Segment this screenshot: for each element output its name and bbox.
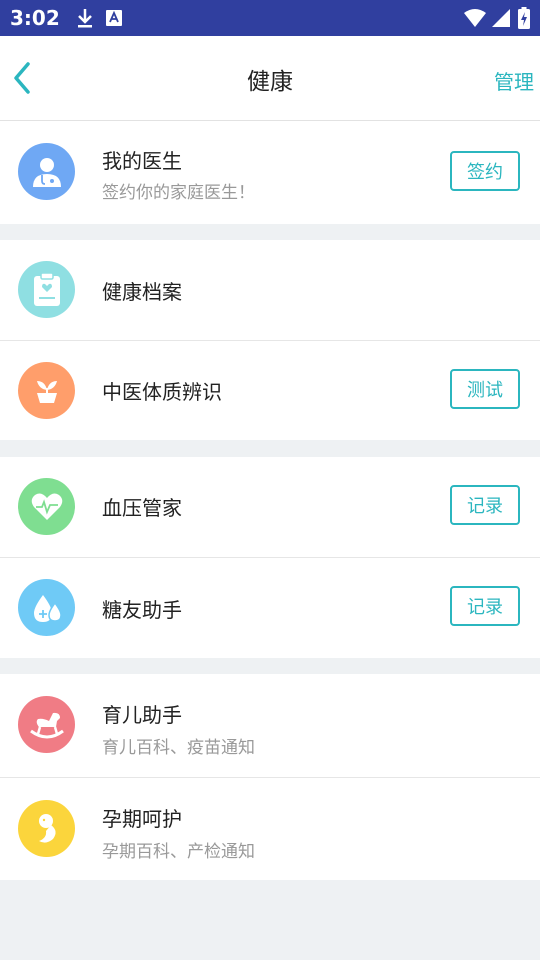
pregnancy-title: 孕期呵护 [102,807,182,831]
health-records-icon [18,261,75,318]
blood-pressure-title: 血压管家 [102,496,182,520]
manage-button[interactable]: 管理 [494,66,534,95]
list-item-blood-pressure[interactable]: 血压管家 记录 [0,457,540,557]
app-header: 健康 管理 [0,36,540,121]
family-section: 育儿助手 育儿百科、疫苗通知 孕期呵护 孕期百科、产检通知 [0,674,540,880]
pregnancy-subtitle: 孕期百科、产检通知 [102,842,255,862]
record-button[interactable]: 记录 [450,586,520,626]
parenting-title: 育儿助手 [102,703,182,727]
list-item-parenting[interactable]: 育儿助手 育儿百科、疫苗通知 [0,674,540,777]
status-bar: 3:02 [0,0,540,36]
diabetes-title: 糖友助手 [102,598,182,622]
chronic-section: 血压管家 记录 糖友助手 记录 [0,457,540,658]
sign-up-button[interactable]: 签约 [450,151,520,191]
health-records-title: 健康档案 [102,280,182,304]
doctor-section: 我的医生 签约你的家庭医生！ 签约 [0,121,540,224]
my-doctor-title: 我的医生 [102,149,182,173]
list-item-health-records[interactable]: 健康档案 [0,240,540,340]
heart-icon [18,478,75,535]
records-section: 健康档案 中医体质辨识 测试 [0,240,540,440]
download-icon [76,7,94,29]
list-item-my-doctor[interactable]: 我的医生 签约你的家庭医生！ 签约 [0,121,540,224]
doctor-icon [18,143,75,200]
water-drop-icon [18,579,75,636]
signal-icon [492,9,510,27]
test-button[interactable]: 测试 [450,369,520,409]
status-time: 3:02 [10,6,60,30]
battery-icon [518,7,530,29]
fetus-icon [18,800,75,857]
wifi-icon [464,9,486,27]
page-title: 健康 [247,69,293,95]
tcm-icon [18,362,75,419]
tcm-title: 中医体质辨识 [102,380,222,404]
my-doctor-subtitle: 签约你的家庭医生！ [102,183,255,203]
rocking-horse-icon [18,696,75,753]
list-item-tcm[interactable]: 中医体质辨识 测试 [0,340,540,440]
record-button[interactable]: 记录 [450,485,520,525]
list-item-pregnancy[interactable]: 孕期呵护 孕期百科、产检通知 [0,778,540,880]
list-item-diabetes[interactable]: 糖友助手 记录 [0,558,540,658]
font-icon [105,10,122,26]
parenting-subtitle: 育儿百科、疫苗通知 [102,738,255,758]
